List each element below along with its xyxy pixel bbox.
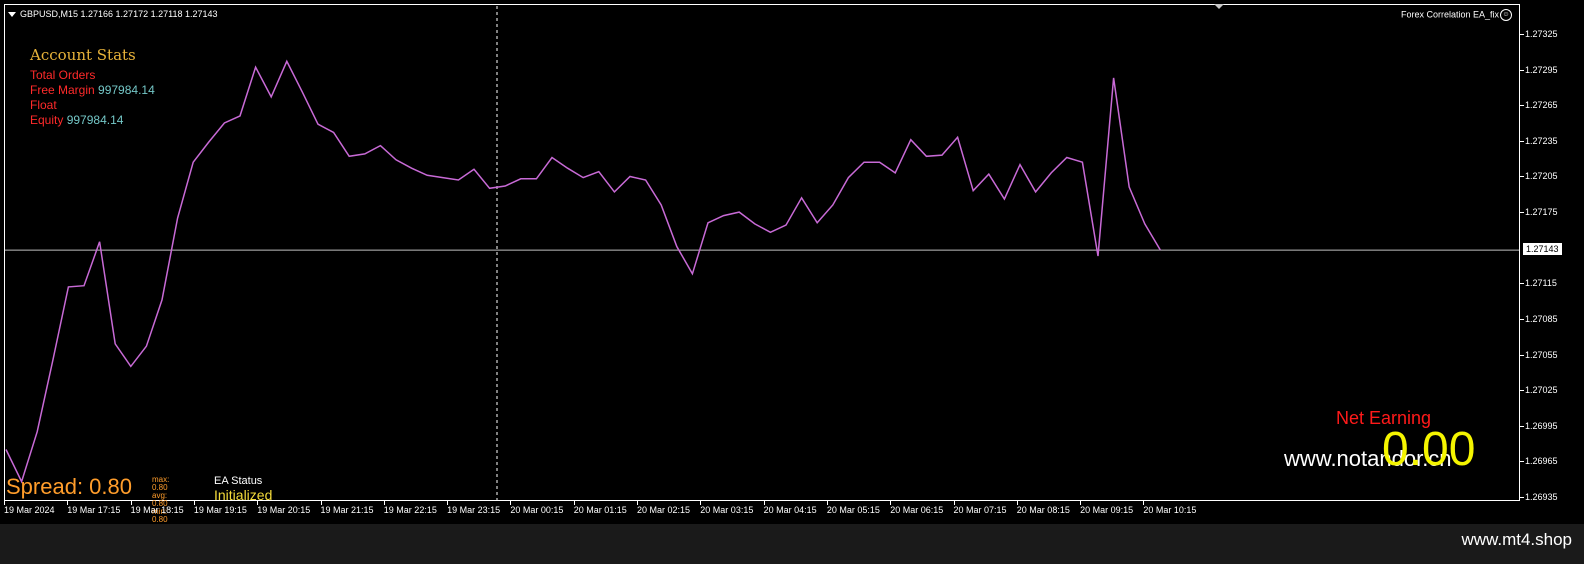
price-tick-label: 1.27025: [1520, 385, 1558, 396]
symbol-info: GBPUSD,M15 1.27166 1.27172 1.27118 1.271…: [8, 9, 217, 19]
price-tick-label: 1.27085: [1520, 313, 1558, 324]
account-stats-panel: Account Stats Total Orders Free Margin 9…: [30, 46, 155, 128]
ea-status-label: EA Status: [214, 475, 263, 487]
float-row: Float: [30, 98, 155, 113]
total-orders-row: Total Orders: [30, 68, 155, 83]
time-tick-label: 19 Mar 19:15: [193, 501, 247, 515]
footer-bar: www.mt4.shop: [0, 524, 1584, 564]
time-tick-label: 20 Mar 02:15: [637, 501, 691, 515]
price-tick-label: 1.27055: [1520, 349, 1558, 360]
price-tick-label: 1.27175: [1520, 207, 1558, 218]
equity-value: 997984.14: [66, 113, 124, 127]
time-tick-label: 20 Mar 07:15: [953, 501, 1007, 515]
total-orders-label: Total Orders: [30, 68, 96, 82]
price-tick-label: 1.27325: [1520, 29, 1558, 39]
time-tick-label: 19 Mar 22:15: [383, 501, 437, 515]
time-tick-label: 19 Mar 20:15: [257, 501, 311, 515]
time-tick-label: 20 Mar 10:15: [1143, 501, 1197, 515]
chart-window[interactable]: GBPUSD,M15 1.27166 1.27172 1.27118 1.271…: [4, 4, 1568, 524]
chart-shift-marker[interactable]: [1214, 4, 1224, 9]
plot-border: [4, 4, 1520, 501]
footer-watermark: www.mt4.shop: [1461, 530, 1572, 549]
triangle-down-icon[interactable]: [8, 12, 16, 18]
price-tick-label: 1.26965: [1520, 456, 1558, 467]
free-margin-label: Free Margin: [30, 83, 95, 97]
ea-name-label: Forex Correlation EA_fix ☺: [1401, 9, 1512, 21]
time-tick-label: 20 Mar 09:15: [1080, 501, 1134, 515]
time-tick-label: 20 Mar 06:15: [890, 501, 944, 515]
time-tick-label: 20 Mar 00:15: [510, 501, 564, 515]
ea-name: Forex Correlation EA_fix: [1400, 9, 1499, 20]
price-tick-label: 1.27295: [1520, 64, 1558, 75]
free-margin-row: Free Margin 997984.14: [30, 83, 155, 98]
symbol-line: GBPUSD,M15 1.27166 1.27172 1.27118 1.271…: [20, 9, 218, 19]
float-label: Float: [30, 98, 57, 112]
time-tick-label: 20 Mar 01:15: [573, 501, 627, 515]
time-tick-label: 19 Mar 23:15: [447, 501, 501, 515]
price-tick-label: 1.26935: [1520, 492, 1558, 502]
time-tick-label: 20 Mar 03:15: [700, 501, 754, 515]
net-earning-value: 0.00: [1382, 423, 1476, 476]
price-axis[interactable]: 1.27325 1.27295 1.27265 1.27235 1.27205 1.271…: [1520, 4, 1568, 502]
current-price-label: 1.27143: [1523, 243, 1562, 256]
time-tick-label: 19 Mar 2024: [4, 501, 55, 515]
price-tick-label: 1.27115: [1520, 278, 1557, 289]
time-tick-label: 20 Mar 04:15: [763, 501, 817, 515]
time-tick-label: 19 Mar 18:15: [130, 501, 184, 515]
price-tick-label: 1.27205: [1520, 171, 1558, 182]
time-tick-label: 19 Mar 17:15: [67, 501, 121, 515]
time-tick-label: 20 Mar 05:15: [826, 501, 880, 515]
account-stats-title: Account Stats: [30, 46, 136, 64]
price-tick-label: 1.27265: [1520, 100, 1558, 111]
time-axis[interactable]: 19 Mar 2024 19 Mar 17:15 19 Mar 18:15 19 Ma…: [4, 501, 1520, 520]
price-tick-label: 1.27235: [1520, 135, 1558, 146]
price-tick-label: 1.26995: [1520, 420, 1558, 431]
time-tick-label: 19 Mar 21:15: [320, 501, 374, 515]
equity-row: Equity 997984.14: [30, 113, 155, 128]
free-margin-value: 997984.14: [98, 83, 155, 97]
equity-label: Equity: [30, 113, 64, 127]
smiley-icon[interactable]: ☺: [1500, 9, 1512, 21]
spread-label: Spread: 0.80: [6, 474, 132, 499]
time-tick-label: 20 Mar 08:15: [1016, 501, 1070, 515]
